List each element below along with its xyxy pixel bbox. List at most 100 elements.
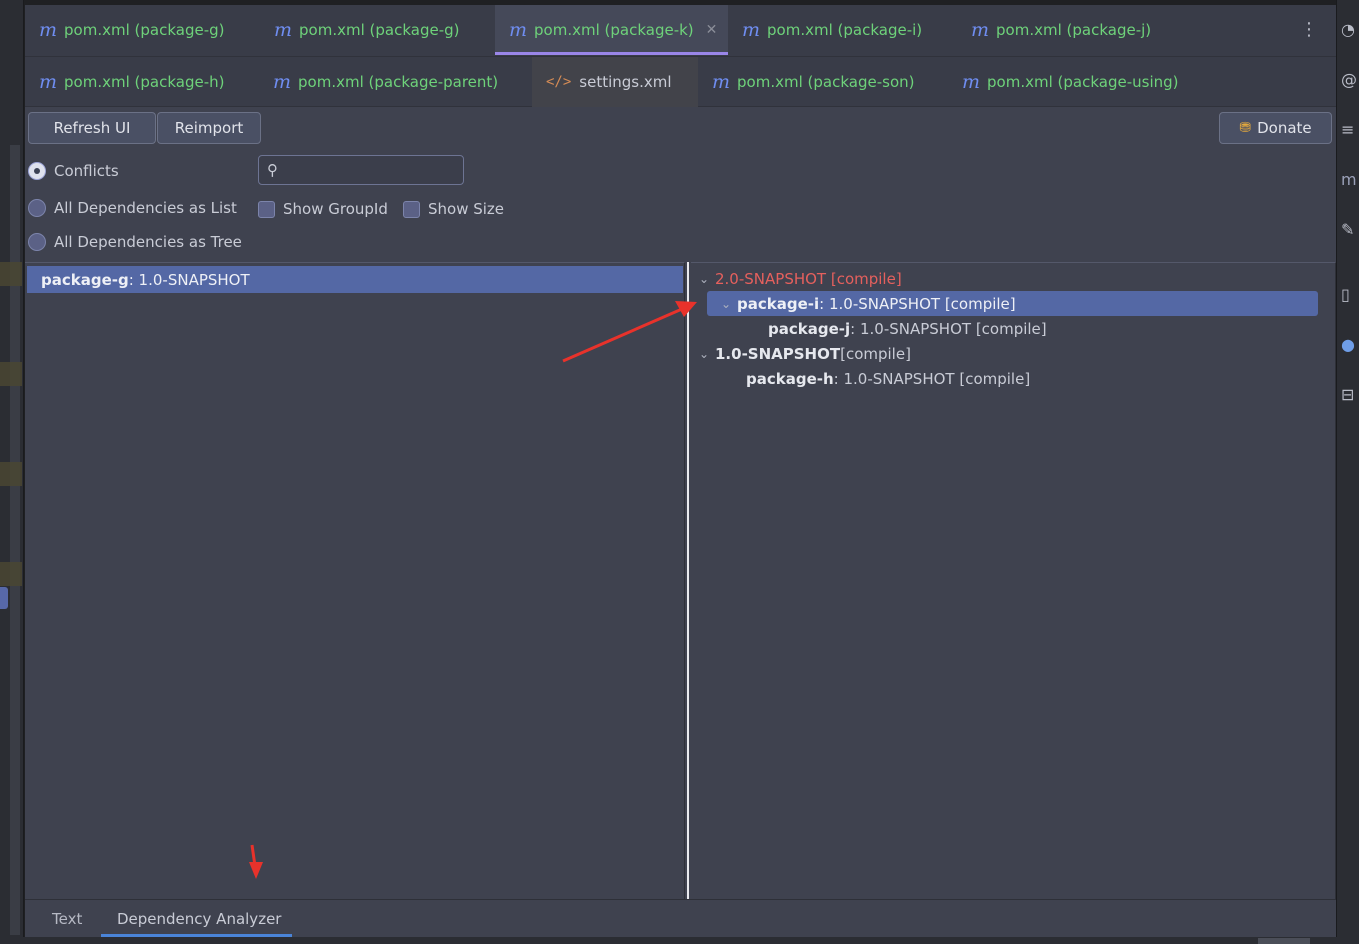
artifact-name: package-g xyxy=(41,270,129,289)
maven-m-icon: m xyxy=(274,19,293,41)
tree-label: All Dependencies as Tree xyxy=(54,233,242,251)
xml-code-icon: </> xyxy=(546,74,572,90)
gutter-highlight xyxy=(0,462,22,486)
donate-coins-icon: ⛃ xyxy=(1239,120,1252,136)
list-radio[interactable] xyxy=(28,199,46,217)
gutter-highlight xyxy=(0,262,22,286)
tab-pom-package-son[interactable]: m pom.xml (package-son) xyxy=(698,57,948,107)
list-label: All Dependencies as List xyxy=(54,199,237,217)
tab-label: pom.xml (package-g) xyxy=(64,21,225,39)
tree-node[interactable]: package-h : 1.0-SNAPSHOT [compile] xyxy=(746,366,1030,391)
maven-m-icon: m xyxy=(971,19,990,41)
tab-pom-package-using[interactable]: m pom.xml (package-using) xyxy=(948,57,1228,107)
tab-text[interactable]: Text xyxy=(52,910,82,928)
tree-node-name: package-i xyxy=(737,294,820,313)
reimport-button[interactable]: Reimport xyxy=(157,112,261,144)
maven-m-icon: m xyxy=(962,71,981,93)
maven-m-icon: m xyxy=(39,71,58,93)
gutter-marker xyxy=(0,587,8,609)
tab-label: pom.xml (package-h) xyxy=(64,73,225,91)
tab-label: pom.xml (package-son) xyxy=(737,73,915,91)
conflicts-radio-option[interactable]: Conflicts xyxy=(28,162,119,180)
tab-pom-package-g[interactable]: m pom.xml (package-g) xyxy=(25,5,260,55)
gutter-highlight xyxy=(0,362,22,386)
show-groupid-label: Show GroupId xyxy=(283,200,388,218)
notifications-icon[interactable]: ◔ xyxy=(1341,20,1359,40)
maven-m-icon: m xyxy=(273,71,292,93)
left-gutter xyxy=(0,0,24,944)
tree-radio-option[interactable]: All Dependencies as Tree xyxy=(28,233,242,251)
refresh-ui-button[interactable]: Refresh UI xyxy=(28,112,156,144)
chevron-down-icon[interactable]: ⌄ xyxy=(721,297,737,311)
tree-node-detail: : 1.0-SNAPSHOT [compile] xyxy=(850,319,1047,338)
gutter-highlight xyxy=(0,562,22,586)
tab-label: pom.xml (package-using) xyxy=(987,73,1179,91)
tree-node[interactable]: ⌄ package-i : 1.0-SNAPSHOT [compile] xyxy=(707,291,1318,316)
chevron-down-icon[interactable]: ⌄ xyxy=(699,272,715,286)
tree-node[interactable]: package-j : 1.0-SNAPSHOT [compile] xyxy=(768,316,1047,341)
status-strip xyxy=(0,937,1359,944)
tree-node-name: 1.0-SNAPSHOT xyxy=(715,344,841,363)
tab-label: pom.xml (package-g) xyxy=(299,21,460,39)
more-tabs-kebab-icon[interactable]: ⋮ xyxy=(1300,19,1318,40)
horizontal-scrollbar[interactable] xyxy=(1258,938,1310,944)
show-size-checkbox[interactable] xyxy=(403,200,420,218)
tab-label: pom.xml (package-parent) xyxy=(298,73,499,91)
ai-assistant-icon[interactable]: @ xyxy=(1341,70,1359,90)
list-radio-option[interactable]: All Dependencies as List xyxy=(28,199,237,217)
conflicts-radio[interactable] xyxy=(28,162,46,180)
artifact-version: : 1.0-SNAPSHOT xyxy=(128,270,250,289)
tree-node-detail: : 1.0-SNAPSHOT [compile] xyxy=(819,294,1016,313)
tree-node[interactable]: ⌄ 2.0-SNAPSHOT [compile] xyxy=(699,266,902,291)
tab-pom-package-parent[interactable]: m pom.xml (package-parent) xyxy=(259,57,532,107)
tree-node-detail: : 1.0-SNAPSHOT [compile] xyxy=(833,369,1031,388)
tab-pom-package-h[interactable]: m pom.xml (package-h) xyxy=(25,57,259,107)
tree-node[interactable]: ⌄ 1.0-SNAPSHOT [compile] xyxy=(699,341,911,366)
show-size-label: Show Size xyxy=(428,200,505,218)
tree-node-label: 2.0-SNAPSHOT [compile] xyxy=(715,269,902,288)
tab-label: pom.xml (package-j) xyxy=(996,21,1152,39)
donate-label: Donate xyxy=(1257,119,1312,137)
dependency-tree-pane: ⌄ 2.0-SNAPSHOT [compile] ⌄ package-i : 1… xyxy=(691,262,1336,899)
chevron-down-icon[interactable]: ⌄ xyxy=(699,347,715,361)
right-tool-strip: ◔ @ ≡ m ✎ ▯ ● ⊟ xyxy=(1336,0,1359,944)
tree-node-name: package-j xyxy=(768,319,851,338)
tab-label: pom.xml (package-i) xyxy=(767,21,923,39)
tree-node-name: package-h xyxy=(746,369,834,388)
close-icon[interactable]: ✕ xyxy=(706,22,718,38)
maven-m-icon: m xyxy=(39,19,58,41)
show-size-option[interactable]: Show Size xyxy=(403,200,504,218)
tab-pom-package-j[interactable]: m pom.xml (package-j) xyxy=(957,5,1197,55)
tree-radio[interactable] xyxy=(28,233,46,251)
conflict-list-pane: package-g : 1.0-SNAPSHOT xyxy=(25,262,685,899)
plugin-icon[interactable]: ● xyxy=(1341,335,1359,355)
tab-pom-package-k[interactable]: m pom.xml (package-k) ✕ xyxy=(495,5,728,55)
search-icon: ⚲ xyxy=(267,161,278,179)
tab-settings-xml[interactable]: </> settings.xml xyxy=(532,57,698,107)
search-input[interactable] xyxy=(284,162,454,178)
tree-node-detail: [compile] xyxy=(840,344,911,363)
tab-pom-package-g-2[interactable]: m pom.xml (package-g) xyxy=(260,5,495,55)
editor-bottom-tabs: Text Dependency Analyzer xyxy=(25,899,1336,937)
toolbox-icon[interactable]: ⊟ xyxy=(1341,385,1359,405)
maven-m-icon: m xyxy=(712,71,731,93)
tab-label: pom.xml (package-k) xyxy=(534,21,694,39)
maven-m-icon: m xyxy=(742,19,761,41)
list-item[interactable]: package-g : 1.0-SNAPSHOT xyxy=(27,266,683,293)
file-icon[interactable]: ▯ xyxy=(1341,285,1359,305)
dependency-analyzer-editor: m pom.xml (package-g) m pom.xml (package… xyxy=(25,5,1336,937)
tab-bar-row-1: m pom.xml (package-g) m pom.xml (package… xyxy=(25,5,1336,56)
maven-m-icon: m xyxy=(509,19,528,41)
database-icon[interactable]: ≡ xyxy=(1341,120,1359,140)
search-field[interactable]: ⚲ xyxy=(258,155,464,185)
maven-icon[interactable]: m xyxy=(1341,170,1359,190)
show-groupid-checkbox[interactable] xyxy=(258,200,275,218)
tab-bar-row-2: m pom.xml (package-h) m pom.xml (package… xyxy=(25,56,1336,107)
tab-dependency-analyzer[interactable]: Dependency Analyzer xyxy=(117,910,281,928)
show-groupid-option[interactable]: Show GroupId xyxy=(258,200,388,218)
tab-pom-package-i[interactable]: m pom.xml (package-i) xyxy=(728,5,957,55)
conflicts-label: Conflicts xyxy=(54,162,119,180)
tab-label: settings.xml xyxy=(579,73,672,91)
donate-button[interactable]: ⛃ Donate xyxy=(1219,112,1332,144)
gradle-icon[interactable]: ✎ xyxy=(1341,220,1359,240)
